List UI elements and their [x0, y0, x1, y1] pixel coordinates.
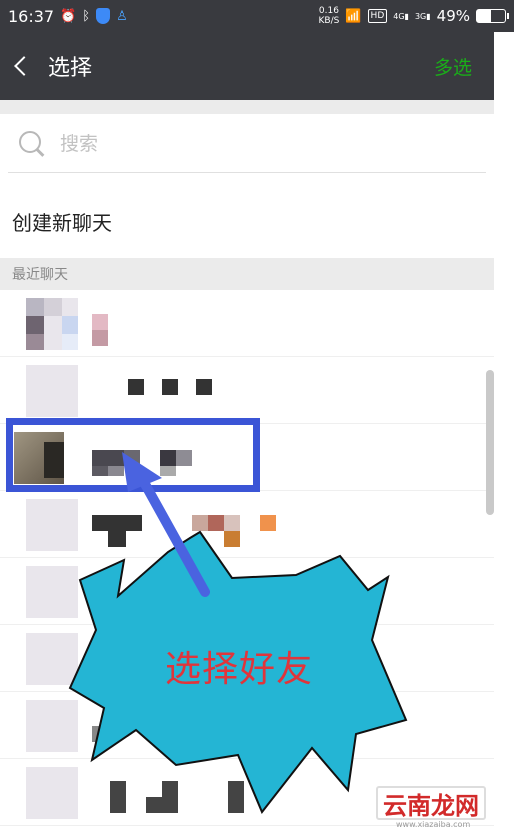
create-new-chat[interactable]: 创建新聊天	[0, 186, 494, 256]
title-bar: 选择 多选	[0, 32, 494, 100]
scrollbar-thumb[interactable]	[486, 370, 494, 515]
net-speed-value: 0.16	[318, 6, 339, 16]
contact-row-selected[interactable]	[0, 424, 494, 491]
alarm-icon: ⏰	[60, 8, 77, 24]
page-title: 选择	[48, 56, 93, 81]
search-bar[interactable]	[0, 114, 494, 174]
avatar	[26, 566, 78, 618]
net-speed-unit: KB/S	[318, 16, 340, 26]
signal-4g: 4G	[393, 11, 405, 21]
avatar	[26, 700, 78, 752]
avatar	[26, 767, 78, 819]
battery-percent: 49%	[436, 7, 470, 25]
avatar	[14, 432, 64, 484]
battery-icon	[476, 9, 509, 23]
net-speed: 0.16 KB/S	[319, 6, 340, 26]
contact-row[interactable]	[0, 491, 494, 558]
search-underline	[8, 172, 486, 173]
annotation-label: 选择好友	[165, 649, 314, 690]
back-button[interactable]	[0, 32, 40, 100]
contact-row[interactable]	[0, 692, 494, 759]
status-right: 0.16 KB/S 📶 HD 4G ▮ 3G ▮ 49%	[319, 6, 509, 26]
wifi-icon: 📶	[345, 8, 362, 24]
shield-icon	[96, 8, 111, 24]
contact-list[interactable]	[0, 290, 494, 826]
avatar	[26, 298, 78, 350]
chevron-left-icon	[14, 56, 34, 76]
watermark-url: www.xiazaiba.com	[396, 820, 471, 829]
avatar	[26, 633, 78, 685]
contact-row[interactable]	[0, 558, 494, 625]
qq-icon: ♙	[116, 8, 128, 24]
signal-icon: 4G ▮	[393, 11, 409, 21]
avatar	[26, 499, 78, 551]
status-left: 16:37 ⏰ ᛒ ♙	[8, 7, 128, 26]
screen-edge	[494, 32, 514, 832]
battery-fill	[477, 10, 491, 22]
header-gap	[0, 100, 494, 114]
search-input[interactable]	[60, 133, 440, 155]
multi-select-button[interactable]: 多选	[434, 53, 472, 80]
section-header-recent: 最近聊天	[0, 258, 494, 290]
hd-label: HD	[367, 9, 388, 23]
signal-3g: 3G	[414, 11, 427, 21]
contact-row[interactable]	[0, 290, 494, 357]
bluetooth-icon: ᛒ	[82, 8, 91, 24]
status-bar: 16:37 ⏰ ᛒ ♙ 0.16 KB/S 📶 HD 4G ▮ 3G ▮ 49%	[0, 0, 514, 32]
contact-row[interactable]	[0, 357, 494, 424]
signal-icon-2: 3G ▮	[414, 11, 431, 21]
avatar	[26, 365, 78, 417]
search-icon	[18, 130, 46, 158]
status-time: 16:37	[8, 6, 55, 26]
watermark-logo: 云南龙网	[376, 786, 486, 820]
